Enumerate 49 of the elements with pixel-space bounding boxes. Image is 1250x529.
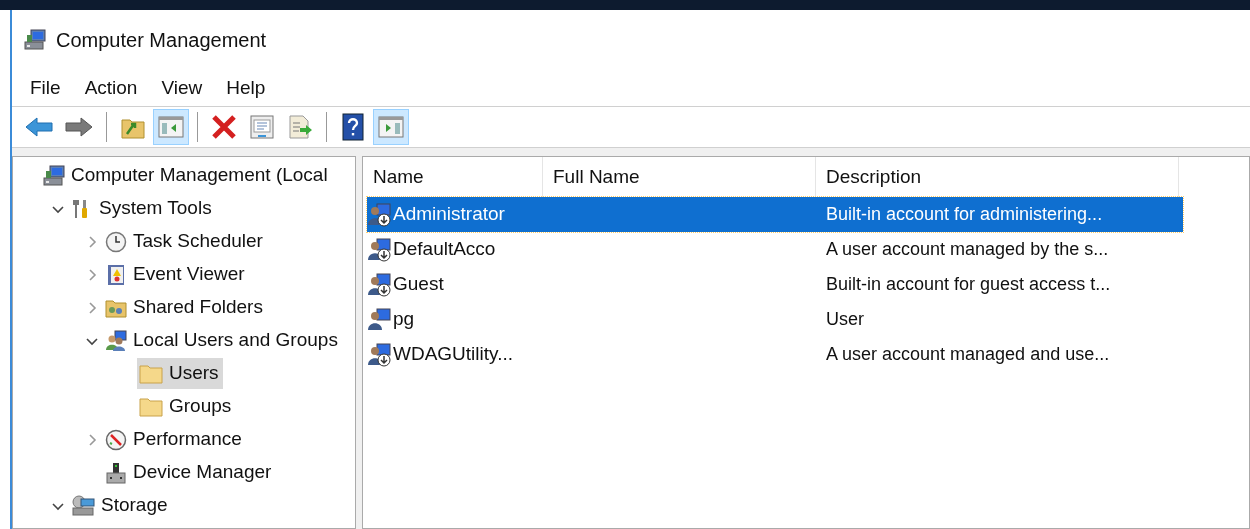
tree-item[interactable]: System Tools [69, 193, 216, 224]
tree-item[interactable]: Storage [69, 490, 172, 521]
clock-icon [105, 230, 127, 253]
users-icon [105, 329, 127, 352]
window-title: Computer Management [56, 28, 267, 53]
tree-item[interactable]: Users [137, 358, 223, 389]
forward-arrow-icon [64, 115, 94, 139]
gauge-icon [105, 428, 127, 451]
table-cell: A user account managed and use... [826, 344, 1110, 365]
table-row[interactable]: pg User [367, 302, 1183, 337]
table-cell-text: DefaultAcco [393, 237, 496, 262]
table-cell-text: Administrator [393, 202, 505, 227]
table-cell: Built-in account for administering... [826, 204, 1103, 225]
tree-item[interactable]: Performance [103, 424, 246, 455]
back-arrow-icon [24, 115, 54, 139]
folder-icon [139, 395, 163, 418]
computer-icon [24, 29, 46, 51]
delete-icon [210, 114, 238, 140]
properties-icon [249, 114, 275, 140]
folder-icon [139, 362, 163, 385]
table-cell-text: Guest [393, 272, 444, 297]
pane-left-icon [158, 115, 184, 139]
tree-item[interactable]: Computer Management (Local [41, 160, 332, 191]
menu-item[interactable]: View [149, 71, 215, 105]
help-icon [341, 113, 365, 141]
tree-item[interactable]: Device Manager [103, 457, 276, 488]
menu-item[interactable]: Action [72, 71, 150, 105]
tree-item[interactable]: Groups [137, 391, 236, 422]
menu-item[interactable]: Help [214, 71, 278, 105]
tree-item[interactable]: Event Viewer [103, 259, 249, 290]
table-cell: Built-in account for guest access t... [826, 274, 1111, 295]
chevron-right-icon[interactable] [86, 433, 98, 446]
storage-icon [71, 494, 95, 517]
device-icon [105, 461, 127, 484]
chevron-right-icon[interactable] [86, 268, 98, 281]
tree-item[interactable]: Shared Folders [103, 292, 267, 323]
computer-icon [43, 164, 65, 187]
event-log-icon [105, 263, 127, 286]
menu-item[interactable]: File [18, 71, 73, 105]
chevron-right-icon[interactable] [86, 301, 98, 314]
table-cell-text: WDAGUtility... [393, 342, 513, 367]
export-list-icon [287, 114, 313, 140]
tree-item[interactable]: Task Scheduler [103, 226, 267, 257]
table-cell: A user account managed by the s... [826, 239, 1109, 260]
pane-right-icon [378, 115, 404, 139]
table-cell-text: pg [393, 307, 415, 332]
table-cell: User [826, 309, 864, 330]
chevron-right-icon[interactable] [86, 235, 98, 248]
tree-item[interactable]: Local Users and Groups [103, 325, 342, 356]
